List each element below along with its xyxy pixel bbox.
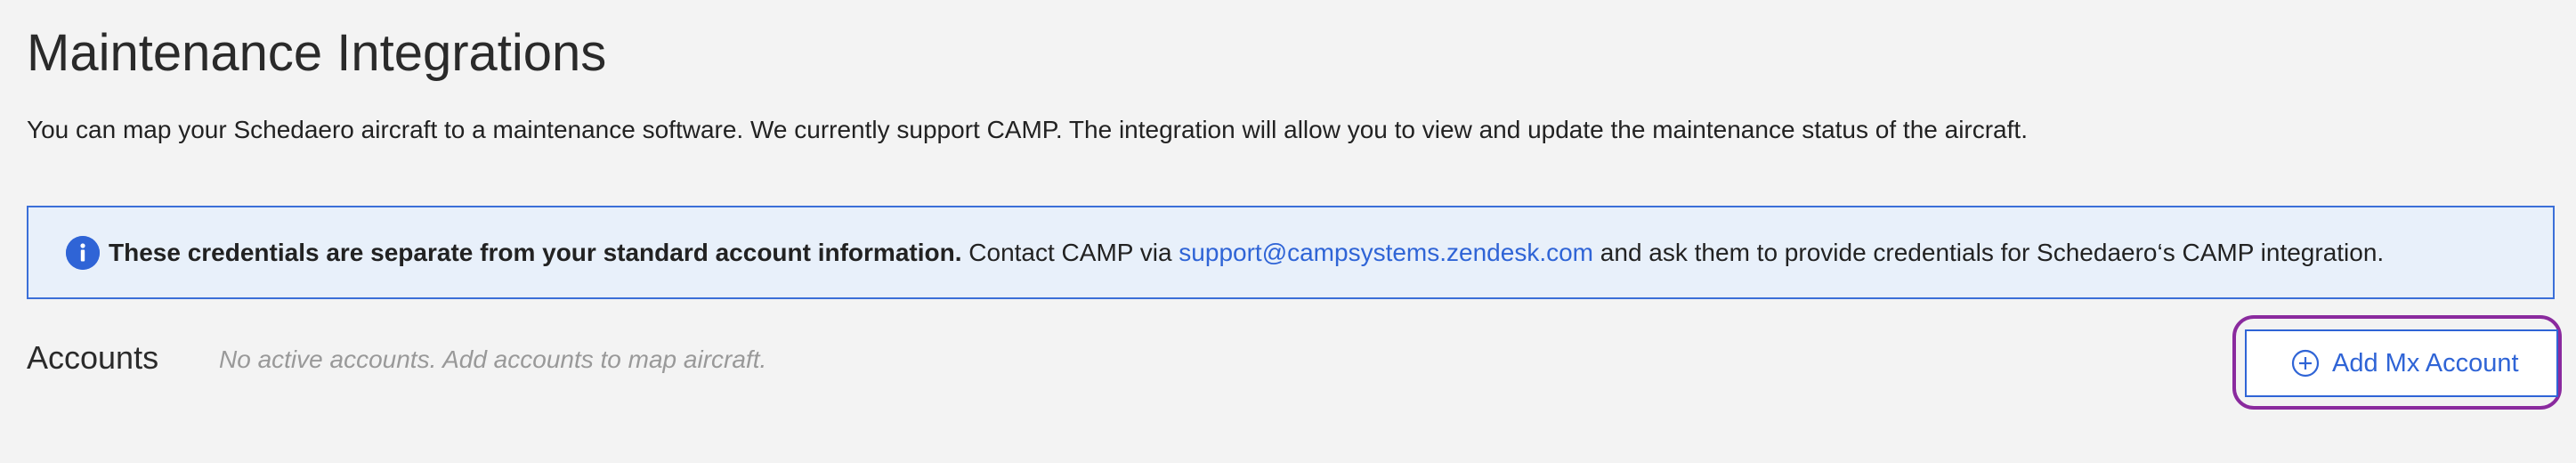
plus-circle-icon [2291, 349, 2320, 378]
accounts-empty-message: No active accounts. Add accounts to map … [219, 345, 767, 373]
page-description: You can map your Schedaero aircraft to a… [27, 116, 2028, 143]
page-title: Maintenance Integrations [27, 24, 607, 82]
accounts-section-title: Accounts [27, 339, 159, 376]
info-banner-bold-text: These credentials are separate from your… [109, 238, 962, 266]
info-icon [66, 235, 100, 270]
support-email-link[interactable]: support@campsystems.zendesk.com [1179, 239, 1593, 266]
info-banner-text: These credentials are separate from your… [109, 239, 2384, 267]
add-mx-account-button[interactable]: Add Mx Account [2245, 329, 2558, 397]
add-mx-account-button-label: Add Mx Account [2332, 348, 2519, 378]
info-banner-text-after-link: and ask them to provide credentials for … [1593, 238, 2385, 266]
info-banner-text-before-link: Contact CAMP via [961, 238, 1179, 266]
info-banner: These credentials are separate from your… [27, 206, 2555, 299]
